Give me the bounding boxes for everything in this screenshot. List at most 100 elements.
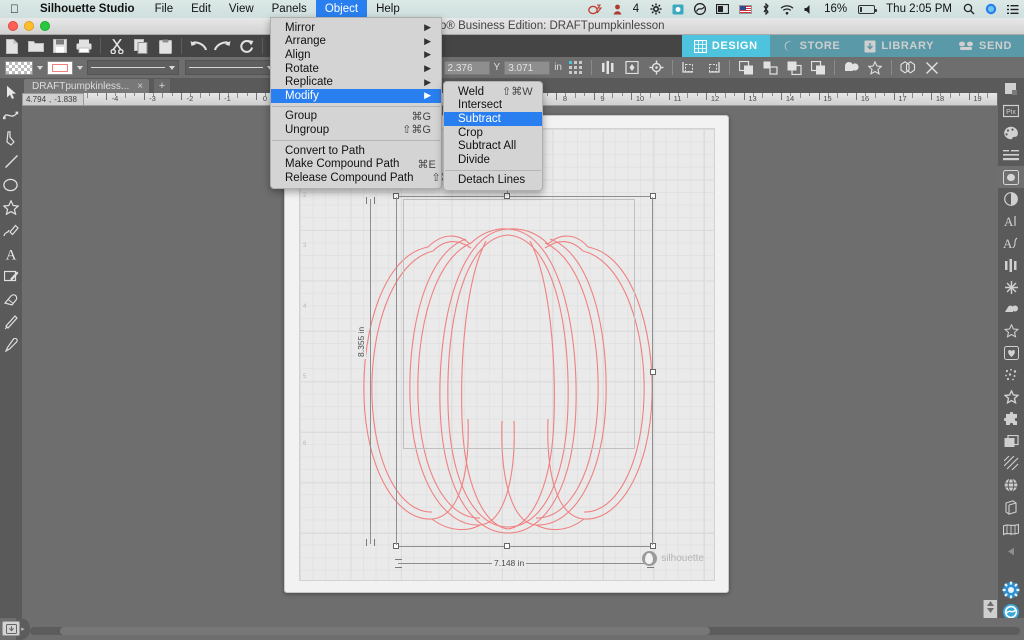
design-star-panel[interactable] <box>998 386 1024 408</box>
line-color-chevron-down-icon[interactable] <box>77 65 83 70</box>
tab-store[interactable]: STORE <box>769 35 853 57</box>
fill-color-swatch[interactable] <box>5 60 33 75</box>
open-button[interactable] <box>24 36 48 57</box>
menu-item-align[interactable]: Align ▶ <box>271 48 441 62</box>
release-compound-button[interactable] <box>920 57 944 78</box>
shadow-panel[interactable] <box>998 188 1024 210</box>
uncrop-button[interactable] <box>701 57 725 78</box>
paste-button[interactable] <box>153 36 177 57</box>
send-to-back-button[interactable] <box>806 57 830 78</box>
menu-item-divide[interactable]: Divide <box>444 153 542 167</box>
edit-points-tool[interactable] <box>0 104 22 127</box>
menu-item-replicate[interactable]: Replicate ▶ <box>271 75 441 89</box>
trace-tool[interactable] <box>0 265 22 288</box>
gear-icon[interactable] <box>645 0 667 18</box>
anchor-grid[interactable] <box>569 61 582 74</box>
menu-view[interactable]: View <box>220 0 263 18</box>
menu-item-modify[interactable]: Modify ▶ <box>271 88 441 103</box>
us-flag-icon[interactable] <box>734 0 757 18</box>
knife-tool[interactable] <box>0 311 22 334</box>
new-document-button[interactable] <box>0 36 24 57</box>
redo-button[interactable] <box>210 36 234 57</box>
y-coordinate-input[interactable]: 3.071 <box>504 60 551 75</box>
save-button[interactable] <box>48 36 72 57</box>
dropbox-sync-icon[interactable] <box>583 0 608 18</box>
menu-item-ungroup[interactable]: Ungroup ⇧⌘G <box>271 123 441 137</box>
tab-send[interactable]: SEND <box>946 35 1024 57</box>
ellipse-tool[interactable] <box>0 173 22 196</box>
menu-item-convert-to-path[interactable]: Convert to Path <box>271 144 441 158</box>
menu-item-detach-lines[interactable]: Detach Lines <box>444 174 542 188</box>
vertical-scroll-arrows[interactable] <box>983 600 997 618</box>
line-color-swatch[interactable] <box>47 60 73 75</box>
menu-help[interactable]: Help <box>367 0 409 18</box>
warp-grid-panel[interactable] <box>998 518 1024 540</box>
send-backward-button[interactable] <box>782 57 806 78</box>
offset-panel[interactable] <box>998 298 1024 320</box>
page-setup-panel[interactable] <box>998 78 1024 100</box>
resize-handle-top-right[interactable] <box>650 193 656 199</box>
menu-edit[interactable]: Edit <box>182 0 220 18</box>
refresh-button[interactable] <box>234 36 258 57</box>
volume-icon[interactable] <box>799 0 818 18</box>
menu-item-intersect[interactable]: Intersect <box>444 99 542 113</box>
line-tool[interactable] <box>0 150 22 173</box>
document-tab[interactable]: DRAFTpumpkinless... × <box>24 79 150 93</box>
resize-handle-bottom-right[interactable] <box>650 543 656 549</box>
bluetooth-icon[interactable] <box>757 0 775 18</box>
puzzle-panel[interactable] <box>998 408 1024 430</box>
resize-handle-right-middle[interactable] <box>650 369 656 375</box>
collapse-panel-button[interactable] <box>998 540 1024 562</box>
modify-submenu[interactable]: Weld ⇧⌘W Intersect Subtract Crop Subtract All… <box>443 81 543 192</box>
menu-item-subtract[interactable]: Subtract <box>444 112 542 126</box>
menu-item-weld[interactable]: Weld ⇧⌘W <box>444 85 542 99</box>
registration-button[interactable] <box>644 57 668 78</box>
notification-center-icon[interactable] <box>980 0 1002 18</box>
globe-panel[interactable] <box>998 474 1024 496</box>
menu-item-make-compound-path[interactable]: Make Compound Path ⌘E <box>271 157 441 171</box>
eraser-tool[interactable] <box>0 288 22 311</box>
library-drawer-button[interactable] <box>2 621 20 636</box>
user-count-icon[interactable] <box>608 0 627 18</box>
apple-menu-icon[interactable]:  <box>0 2 29 16</box>
center-tool-button[interactable] <box>620 57 644 78</box>
tab-design[interactable]: DESIGN <box>681 35 770 57</box>
display-icon[interactable] <box>711 0 734 18</box>
print-button[interactable] <box>72 36 96 57</box>
copy-button[interactable] <box>129 36 153 57</box>
close-icon[interactable]: × <box>137 81 143 92</box>
align-panel[interactable] <box>998 254 1024 276</box>
cut-button[interactable] <box>105 36 129 57</box>
creative-cloud-icon[interactable] <box>689 0 711 18</box>
sparkle-panel[interactable] <box>998 364 1024 386</box>
list-menu-icon[interactable] <box>1002 0 1024 18</box>
clock[interactable]: Thu 2:05 PM <box>880 3 958 15</box>
store-card-panel[interactable] <box>998 430 1024 452</box>
menu-item-crop[interactable]: Crop <box>444 126 542 140</box>
sketch-panel[interactable] <box>998 166 1024 188</box>
text-tool[interactable]: A <box>0 242 22 265</box>
menu-item-release-compound-path[interactable]: Release Compound Path⇧⌘E <box>271 171 459 185</box>
wifi-icon[interactable] <box>775 0 799 18</box>
menu-item-mirror[interactable]: Mirror ▶ <box>271 21 441 35</box>
bring-to-front-button[interactable] <box>734 57 758 78</box>
screenshot-icon[interactable] <box>667 0 689 18</box>
line-style-select[interactable] <box>87 60 179 75</box>
menu-object[interactable]: Object <box>315 0 368 18</box>
fill-color-panel[interactable] <box>998 122 1024 144</box>
tab-library[interactable]: LIBRARY <box>852 35 947 57</box>
settings-panel[interactable] <box>998 579 1024 601</box>
eyedropper-tool[interactable] <box>0 334 22 357</box>
fill-color-chevron-down-icon[interactable] <box>37 65 43 70</box>
polygon-star-tool[interactable] <box>0 196 22 219</box>
resize-handle-bottom-center[interactable] <box>504 543 510 549</box>
weld-button[interactable] <box>839 57 863 78</box>
search-icon[interactable] <box>958 0 980 18</box>
horizontal-scrollbar[interactable] <box>30 627 1020 635</box>
menu-item-rotate[interactable]: Rotate ▶ <box>271 62 441 76</box>
menu-file[interactable]: File <box>146 0 183 18</box>
menu-item-group[interactable]: Group ⌘G <box>271 110 441 124</box>
select-arrow-tool[interactable] <box>0 81 22 104</box>
pixscan-panel[interactable]: Pix <box>998 100 1024 122</box>
new-document-tab-button[interactable]: + <box>154 79 170 93</box>
